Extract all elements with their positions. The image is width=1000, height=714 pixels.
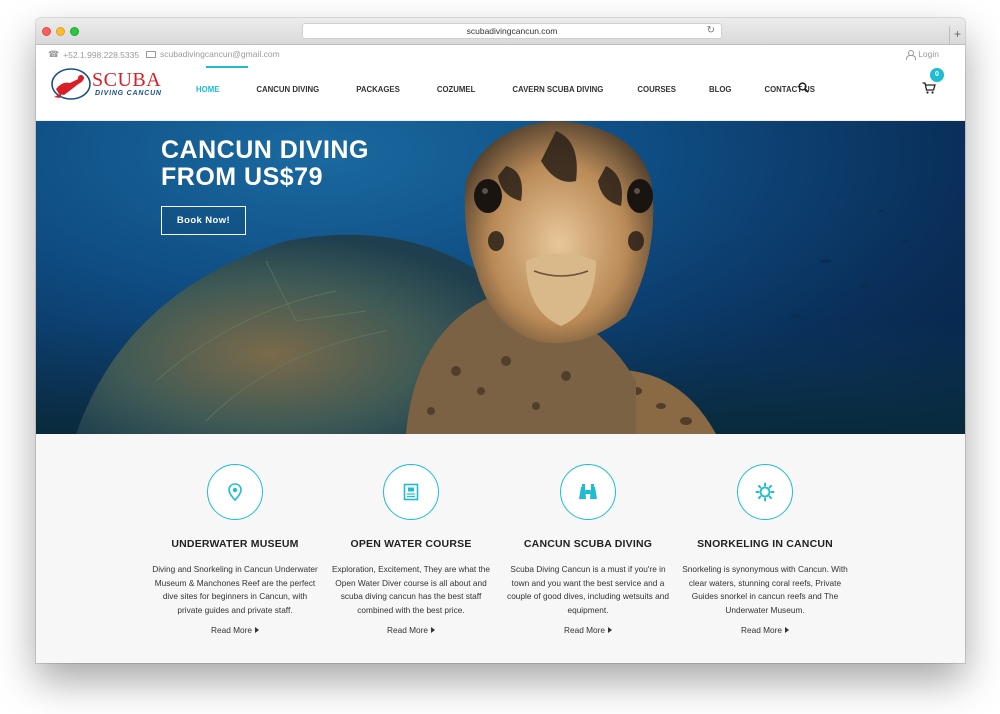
email-contact[interactable]: scubadivingcancun@gmail.com: [146, 49, 280, 59]
feature-description: Exploration, Excitement, They are what t…: [331, 564, 491, 615]
feature-icon-circle[interactable]: [207, 464, 263, 520]
main-navigation: HOME CANCUN DIVING PACKAGES COZUMEL CAVE…: [196, 85, 815, 94]
hero-banner: CANCUN DIVING FROM US$79 Book Now!: [36, 121, 965, 434]
read-more-link[interactable]: Read More: [563, 625, 613, 636]
feature-description: Scuba Diving Cancun is a must if you're …: [507, 564, 669, 615]
certificate-icon: [403, 483, 419, 501]
feature-cancun-scuba-diving: CANCUN SCUBA DIVING Scuba Diving Cancun …: [500, 464, 676, 638]
phone-icon: ☎: [48, 49, 60, 59]
feature-underwater-museum: UNDERWATER MUSEUM Diving and Snorkeling …: [147, 464, 323, 638]
hero-title: CANCUN DIVING FROM US$79: [161, 137, 369, 191]
nav-cozumel[interactable]: COZUMEL: [437, 85, 476, 94]
login-link[interactable]: Login: [906, 49, 939, 60]
browser-toolbar: scubadivingcancun.com ↻ +: [36, 18, 965, 45]
caret-right-icon: [255, 627, 260, 634]
caret-right-icon: [431, 627, 436, 634]
phone-contact[interactable]: ☎ +52.1.998.228.5335: [48, 49, 139, 60]
close-window-button[interactable]: [42, 27, 51, 36]
hero-title-line-1: CANCUN DIVING: [161, 136, 369, 164]
nav-packages[interactable]: PACKAGES: [356, 85, 400, 94]
maximize-window-button[interactable]: [70, 27, 79, 36]
phone-number: +52.1.998.228.5335: [63, 49, 140, 60]
new-tab-button[interactable]: +: [949, 26, 965, 45]
login-label: Login: [918, 49, 939, 59]
diver-logo-icon: [51, 68, 91, 100]
address-bar[interactable]: scubadivingcancun.com ↻: [302, 23, 722, 39]
sun-icon: [755, 482, 775, 502]
read-more-link[interactable]: Read More: [740, 625, 790, 636]
read-more-link[interactable]: Read More: [210, 625, 260, 636]
contact-bar: ☎ +52.1.998.228.5335 scubadivingcancun@g…: [36, 45, 965, 66]
nav-cancun-diving[interactable]: CANCUN DIVING: [256, 85, 319, 94]
nav-blog[interactable]: BLOG: [709, 85, 732, 94]
logo-tagline: DIVING CANCUN: [95, 90, 162, 97]
feature-open-water-course: OPEN WATER COURSE Exploration, Excitemen…: [323, 464, 499, 638]
feature-title: CANCUN SCUBA DIVING: [523, 538, 653, 550]
feature-icon-circle[interactable]: [383, 464, 439, 520]
user-icon: [906, 49, 917, 60]
cart-count-badge: 0: [930, 68, 944, 82]
caret-right-icon: [608, 627, 613, 634]
active-nav-indicator: [206, 66, 248, 68]
binoculars-icon: [579, 484, 597, 499]
nav-cavern-scuba-diving[interactable]: CAVERN SCUBA DIVING: [512, 85, 603, 94]
cart-icon[interactable]: [922, 82, 936, 94]
read-more-label: Read More: [563, 625, 606, 636]
caret-right-icon: [785, 627, 790, 634]
nav-home[interactable]: HOME: [196, 85, 219, 94]
feature-title: UNDERWATER MUSEUM: [171, 538, 299, 550]
features-section: UNDERWATER MUSEUM Diving and Snorkeling …: [36, 434, 965, 663]
map-pin-icon: [228, 483, 242, 501]
address-url: scubadivingcancun.com: [466, 26, 558, 36]
feature-snorkeling-in-cancun: SNORKELING IN CANCUN Snorkeling is synon…: [677, 464, 853, 638]
hero-title-line-2: FROM US$79: [161, 163, 323, 191]
read-more-label: Read More: [210, 625, 253, 636]
feature-icon-circle[interactable]: [560, 464, 616, 520]
feature-description: Snorkeling is synonymous with Cancun. Wi…: [682, 564, 848, 615]
reload-icon[interactable]: ↻: [707, 24, 715, 38]
read-more-link[interactable]: Read More: [386, 625, 436, 636]
site-logo[interactable]: SCUBA DIVING CANCUN: [50, 67, 165, 103]
read-more-label: Read More: [740, 625, 783, 636]
read-more-label: Read More: [386, 625, 429, 636]
nav-courses[interactable]: COURSES: [637, 85, 676, 94]
window-controls: [42, 27, 79, 36]
book-now-button[interactable]: Book Now!: [161, 206, 246, 235]
search-icon[interactable]: [798, 82, 809, 93]
browser-window: scubadivingcancun.com ↻ + ☎ +52.1.998.22…: [36, 18, 965, 663]
email-address: scubadivingcancun@gmail.com: [160, 49, 280, 59]
feature-title: SNORKELING IN CANCUN: [697, 538, 833, 550]
feature-title: OPEN WATER COURSE: [350, 538, 472, 550]
site-header: SCUBA DIVING CANCUN HOME CANCUN DIVING P…: [36, 66, 965, 121]
feature-description: Diving and Snorkeling in Cancun Underwat…: [152, 564, 318, 615]
minimize-window-button[interactable]: [56, 27, 65, 36]
feature-icon-circle[interactable]: [737, 464, 793, 520]
envelope-icon: [146, 50, 156, 58]
logo-name: SCUBA: [92, 69, 162, 91]
